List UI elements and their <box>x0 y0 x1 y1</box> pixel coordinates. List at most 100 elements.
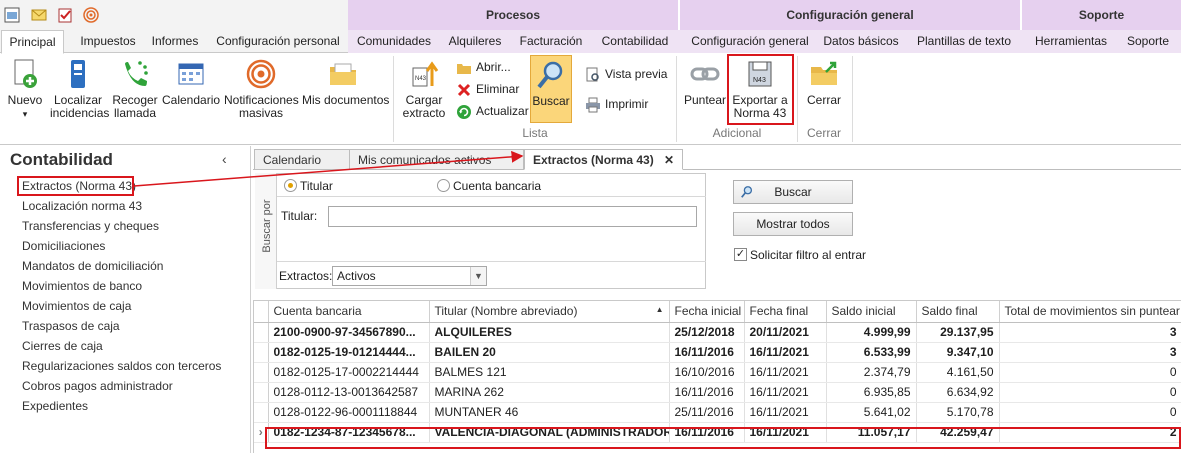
new-document-icon <box>14 59 37 88</box>
extractos-select[interactable]: Activos ▼ <box>332 266 487 286</box>
buscar-ribbon-button[interactable]: Buscar <box>530 55 572 123</box>
table-cell: 2 <box>999 422 1181 443</box>
table-cell: ALQUILERES <box>429 322 670 343</box>
row-indicator[interactable] <box>254 322 269 343</box>
table-cell: MUNTANER 46 <box>429 402 670 423</box>
col-fecha-inicial[interactable]: Fecha inicial <box>669 301 745 323</box>
col-saldo-inicial[interactable]: Saldo inicial <box>826 301 917 323</box>
nav-item-expedientes[interactable]: Expedientes <box>22 399 88 413</box>
row-indicator[interactable]: › <box>254 422 269 443</box>
nuevo-button[interactable]: Nuevo ▾ <box>4 58 46 121</box>
col-cuenta-bancaria[interactable]: Cuenta bancaria <box>268 301 430 323</box>
cargar-extracto-button[interactable]: N43 Cargar extracto <box>400 58 448 120</box>
collapse-pane-icon[interactable]: ‹ <box>222 151 227 167</box>
table-row[interactable]: 0182-0125-19-01214444... BAILEN 20 16/11/2… <box>254 342 1181 363</box>
exportar-norma-43-button[interactable]: N43 Exportar a Norma 43 <box>731 58 789 120</box>
doc-tab-extractos-label: Extractos (Norma 43) <box>533 153 654 167</box>
mostrar-todos-button[interactable]: Mostrar todos <box>733 212 853 236</box>
table-cell: 16/11/2021 <box>744 382 827 403</box>
radio-cuenta-bancaria[interactable] <box>437 179 450 192</box>
printer-icon <box>586 97 600 113</box>
mis-documentos-button[interactable]: Mis documentos <box>302 58 389 107</box>
localizar-label-2: incidencias <box>50 106 110 120</box>
localizar-incidencias-button[interactable]: Localizar incidencias <box>50 58 110 120</box>
row-indicator[interactable] <box>254 362 269 383</box>
row-indicator[interactable] <box>254 402 269 423</box>
tab-datos-basicos[interactable]: Datos básicos <box>822 30 900 53</box>
recoger-llamada-button[interactable]: Recoger llamada <box>110 58 160 120</box>
titular-input[interactable] <box>328 206 697 227</box>
tab-informes[interactable]: Informes <box>148 30 202 53</box>
tab-alquileres[interactable]: Alquileres <box>446 30 504 53</box>
mail-icon[interactable] <box>31 7 47 23</box>
row-indicator[interactable] <box>254 342 269 363</box>
incidents-book-icon <box>71 60 85 88</box>
tab-comunidades[interactable]: Comunidades <box>356 30 432 53</box>
table-row[interactable]: 0128-0122-96-0001118844 MUNTANER 46 25/11/… <box>254 402 1181 423</box>
nav-item-transferencias[interactable]: Transferencias y cheques <box>22 219 159 233</box>
tab-configuracion-general[interactable]: Configuración general <box>690 30 810 53</box>
col-saldo-final[interactable]: Saldo final <box>916 301 1000 323</box>
vista-previa-button[interactable]: Vista previa <box>585 66 667 83</box>
buscar-button[interactable]: Buscar <box>733 180 853 204</box>
puntear-button[interactable]: Puntear <box>682 58 728 107</box>
table-row[interactable]: 0182-0125-17-0002214444 BALMES 121 16/10/2… <box>254 362 1181 383</box>
chevron-down-icon[interactable]: ▼ <box>470 267 486 285</box>
notificaciones-masivas-button[interactable]: Notificaciones masivas <box>224 58 299 120</box>
doc-tab-calendario[interactable]: Calendario <box>254 149 350 170</box>
context-procesos: Procesos <box>348 0 680 30</box>
calendario-button[interactable]: Calendario <box>162 58 220 107</box>
tab-impuestos[interactable]: Impuestos <box>70 30 146 53</box>
col-titular[interactable]: Titular (Nombre abreviado) ▲ <box>429 301 670 323</box>
exportar-label-2: Norma 43 <box>733 106 787 120</box>
doc-tab-extractos[interactable]: Extractos (Norma 43) ✕ <box>524 149 683 170</box>
table-cell: 5.170,78 <box>916 402 1000 423</box>
titular-label: Titular: <box>281 209 318 223</box>
col-fecha-final[interactable]: Fecha final <box>744 301 827 323</box>
table-cell: BALMES 121 <box>429 362 670 383</box>
sort-ascending-icon: ▲ <box>655 305 664 314</box>
tab-soporte[interactable]: Soporte <box>1120 30 1176 53</box>
doc-tab-mis-comunicados[interactable]: Mis comunicados activos <box>349 149 524 170</box>
tab-facturacion[interactable]: Facturación <box>516 30 586 53</box>
imprimir-button[interactable]: Imprimir <box>585 96 648 113</box>
nav-item-regularizaciones[interactable]: Regularizaciones saldos con terceros <box>22 359 221 373</box>
table-row[interactable]: › 0182-1234-87-12345678... VALENCIA-DIAGON… <box>254 422 1181 443</box>
row-indicator[interactable] <box>254 382 269 403</box>
nav-item-domiciliaciones[interactable]: Domiciliaciones <box>22 239 105 253</box>
nav-item-mandatos[interactable]: Mandatos de domiciliación <box>22 259 163 273</box>
solicitar-filtro-checkbox[interactable]: ✓ <box>734 248 747 261</box>
nav-item-movimientos-banco[interactable]: Movimientos de banco <box>22 279 142 293</box>
nav-item-cobros-pagos[interactable]: Cobros pagos administrador <box>22 379 173 393</box>
tasks-icon[interactable] <box>57 7 73 23</box>
vista-previa-label: Vista previa <box>605 67 668 81</box>
cerrar-button[interactable]: Cerrar <box>802 58 846 107</box>
actualizar-button[interactable]: Actualizar <box>456 103 529 120</box>
abrir-button[interactable]: Abrir... <box>456 59 511 76</box>
filter-divider <box>277 196 706 197</box>
tab-plantillas-de-texto[interactable]: Plantillas de texto <box>914 30 1014 53</box>
table-cell: 11.057,17 <box>826 422 917 443</box>
nav-item-movimientos-caja[interactable]: Movimientos de caja <box>22 299 131 313</box>
col-total-sin-puntear[interactable]: Total de movimientos sin puntear <box>999 301 1181 323</box>
preview-icon <box>586 67 599 82</box>
nav-item-cierres-caja[interactable]: Cierres de caja <box>22 339 103 353</box>
table-cell: 2100-0900-97-34567890... <box>268 322 430 343</box>
tab-principal[interactable]: Principal <box>1 30 64 54</box>
radio-titular[interactable] <box>284 179 297 192</box>
nav-item-extractos[interactable]: Extractos (Norma 43) <box>22 179 136 193</box>
nav-item-localizacion-norma-43[interactable]: Localización norma 43 <box>22 199 142 213</box>
tab-configuracion-personal[interactable]: Configuración personal <box>214 30 342 53</box>
table-row[interactable]: 0128-0112-13-0013642587 MARINA 262 16/11/2… <box>254 382 1181 403</box>
table-cell: 0 <box>999 382 1181 403</box>
app-menu-icon[interactable] <box>4 7 20 23</box>
close-tab-icon[interactable]: ✕ <box>664 150 674 170</box>
table-row[interactable]: 2100-0900-97-34567890... ALQUILERES 25/12/… <box>254 322 1181 343</box>
pane-divider[interactable] <box>250 146 251 453</box>
tab-contabilidad[interactable]: Contabilidad <box>598 30 672 53</box>
eliminar-button[interactable]: Eliminar <box>456 81 519 98</box>
broadcast-icon[interactable] <box>83 7 99 23</box>
nav-item-traspasos-caja[interactable]: Traspasos de caja <box>22 319 120 333</box>
tab-herramientas[interactable]: Herramientas <box>1032 30 1110 53</box>
table-cell: 0128-0112-13-0013642587 <box>268 382 430 403</box>
